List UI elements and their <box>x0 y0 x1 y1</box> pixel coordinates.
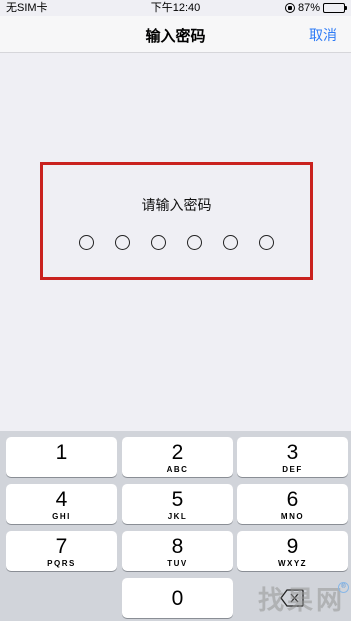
status-bar: 无SIM卡 下午12:40 87% <box>0 0 351 16</box>
watermark-logo: 找果网 <box>257 586 345 616</box>
key-5[interactable]: 5 JKL <box>122 484 233 524</box>
key-digit: 7 <box>55 535 68 558</box>
key-digit: 0 <box>171 587 184 610</box>
key-letters: GHI <box>52 512 71 521</box>
key-digit: 9 <box>286 535 299 558</box>
orientation-lock-icon <box>284 3 295 13</box>
passcode-entry-area: 请输入密码 <box>40 162 313 280</box>
registered-mark-icon: ® <box>338 582 349 593</box>
passcode-dot <box>115 235 130 250</box>
key-letters: ABC <box>166 465 189 474</box>
key-3[interactable]: 3 DEF <box>237 437 348 477</box>
passcode-dot <box>259 235 274 250</box>
key-8[interactable]: 8 TUV <box>122 531 233 571</box>
passcode-dot <box>79 235 94 250</box>
key-digit: 5 <box>171 488 184 511</box>
key-7[interactable]: 7 PQRS <box>6 531 117 571</box>
passcode-dot <box>223 235 238 250</box>
key-letters: DEF <box>282 465 303 474</box>
key-9[interactable]: 9 WXYZ <box>237 531 348 571</box>
battery-icon <box>323 3 347 13</box>
cancel-button[interactable]: 取消 <box>309 25 337 45</box>
key-digit: 1 <box>55 441 68 464</box>
key-letters: WXYZ <box>277 559 308 568</box>
key-6[interactable]: 6 MNO <box>237 484 348 524</box>
key-letters: TUV <box>167 559 188 568</box>
key-digit: 3 <box>286 441 299 464</box>
numeric-keypad: 1 2 ABC 3 DEF 4 GHI 5 JKL 6 MNO 7 PQRS 8… <box>0 431 351 621</box>
key-0[interactable]: 0 <box>122 578 233 618</box>
key-digit: 6 <box>286 488 299 511</box>
passcode-dot <box>151 235 166 250</box>
status-right-group: 87% <box>284 0 347 16</box>
battery-percent: 87% <box>297 2 320 14</box>
key-digit: 4 <box>55 488 68 511</box>
key-digit: 2 <box>171 441 184 464</box>
nav-bar: 输入密码 取消 <box>0 16 351 53</box>
key-letters: PQRS <box>47 559 76 568</box>
passcode-dot <box>187 235 202 250</box>
key-1[interactable]: 1 <box>6 437 117 477</box>
page-title: 输入密码 <box>145 28 206 45</box>
key-4[interactable]: 4 GHI <box>6 484 117 524</box>
passcode-dots <box>43 235 310 250</box>
passcode-prompt: 请输入密码 <box>141 197 212 213</box>
key-letters: JKL <box>167 512 188 521</box>
key-2[interactable]: 2 ABC <box>122 437 233 477</box>
key-digit: 8 <box>171 535 184 558</box>
key-letters: MNO <box>280 512 305 521</box>
